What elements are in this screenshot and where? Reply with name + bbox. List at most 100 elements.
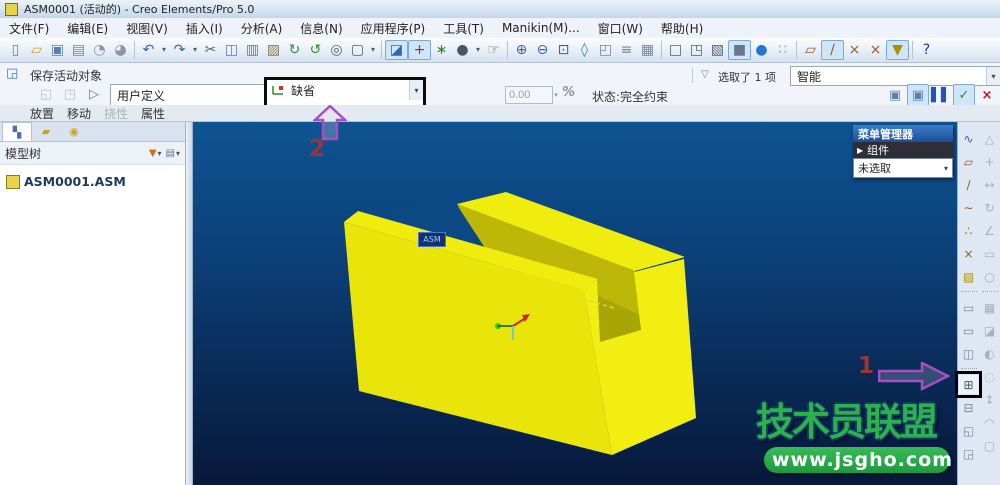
cut-icon[interactable]: ✂ bbox=[200, 40, 221, 60]
copy-icon[interactable]: ◫ bbox=[221, 40, 242, 60]
copy-geometry-icon[interactable]: ▭ bbox=[959, 298, 978, 317]
style-tool-icon[interactable]: ∿ bbox=[959, 129, 978, 148]
menu-item[interactable]: 分析(A) bbox=[232, 18, 292, 39]
grid-display-icon[interactable]: ▦ bbox=[980, 298, 999, 317]
regenerate-icon[interactable]: ↻ bbox=[284, 40, 305, 60]
datum-plane-tag[interactable]: ASM bbox=[418, 232, 446, 247]
hide-component-icon[interactable]: ◌ bbox=[980, 367, 999, 386]
open-icon[interactable]: ▱ bbox=[26, 40, 47, 60]
dragger-icon[interactable]: + bbox=[408, 40, 431, 60]
offset-flyout-icon[interactable]: ▾ bbox=[551, 86, 561, 104]
chevron-down-icon[interactable]: ▾ bbox=[176, 149, 180, 158]
undo-flyout-icon[interactable]: ▾ bbox=[159, 40, 169, 60]
rotate-component-icon[interactable]: ↻ bbox=[980, 198, 999, 217]
new-file-icon[interactable]: ▯ bbox=[5, 40, 26, 60]
erase-icon[interactable]: ◔ bbox=[89, 40, 110, 60]
print-icon[interactable]: ▤ bbox=[68, 40, 89, 60]
menu-manager-title[interactable]: 菜单管理器 bbox=[853, 125, 953, 142]
assembly-window-icon[interactable]: ▣ bbox=[907, 84, 929, 106]
constraint-sets-icon[interactable]: ∠ bbox=[980, 221, 999, 240]
show-component-window-icon[interactable]: ◱ bbox=[36, 84, 56, 104]
section-view-icon[interactable]: ◪ bbox=[980, 321, 999, 340]
menu-item[interactable]: 视图(V) bbox=[117, 18, 177, 39]
tab-flexibility[interactable]: 挠性 bbox=[104, 105, 128, 122]
chevron-down-icon[interactable]: ▾ bbox=[986, 67, 1000, 85]
chevron-down-icon[interactable]: ▾ bbox=[940, 164, 952, 173]
menu-item[interactable]: 窗口(W) bbox=[589, 18, 652, 39]
datum-point-tool-icon[interactable]: ∴ bbox=[959, 221, 978, 240]
tree-root-item[interactable]: ASM0001.ASM bbox=[6, 174, 185, 189]
menu-item[interactable]: 信息(N) bbox=[291, 18, 351, 39]
select-box-icon[interactable]: ▢ bbox=[347, 40, 368, 60]
datum-axis-display-icon[interactable]: ∕ bbox=[821, 40, 844, 60]
tree-filter-icon[interactable]: ▼ bbox=[149, 148, 157, 159]
appearance-icon[interactable]: ◐ bbox=[980, 344, 999, 363]
tab-model-tree[interactable]: ▚ bbox=[2, 122, 32, 141]
repaint-icon[interactable]: ◊ bbox=[574, 40, 595, 60]
show-in-assembly-icon[interactable]: ◳ bbox=[60, 84, 80, 104]
datum-plane-display-icon[interactable]: ▱ bbox=[800, 40, 821, 60]
menu-item[interactable]: 帮助(H) bbox=[652, 18, 712, 39]
cancel-icon[interactable]: × bbox=[977, 85, 997, 105]
interface-points-icon[interactable]: ∷ bbox=[772, 40, 793, 60]
add-component-icon[interactable]: ⊞ bbox=[959, 375, 978, 394]
tab-placement[interactable]: 放置 bbox=[30, 105, 54, 122]
simplified-rep-icon[interactable]: ○ bbox=[980, 267, 999, 286]
tab-properties[interactable]: 属性 bbox=[141, 105, 165, 122]
sketch-tool-icon[interactable]: ▨ bbox=[959, 267, 978, 286]
redo-flyout-icon[interactable]: ▾ bbox=[190, 40, 200, 60]
menu-item[interactable]: Manikin(M)... bbox=[493, 19, 589, 37]
undo-icon[interactable]: ↶ bbox=[138, 40, 159, 60]
save-active-object-icon[interactable]: ◲ bbox=[6, 66, 18, 81]
offset-type-icon[interactable]: % bbox=[562, 85, 575, 100]
no-hidden-icon[interactable]: ▧ bbox=[707, 40, 728, 60]
custom-regenerate-icon[interactable]: ↺ bbox=[305, 40, 326, 60]
dragger-tool-icon[interactable]: + bbox=[980, 152, 999, 171]
hidden-line-icon[interactable]: ◳ bbox=[686, 40, 707, 60]
datum-point-display-icon[interactable]: × bbox=[844, 40, 865, 60]
layers-icon[interactable]: ≡ bbox=[616, 40, 637, 60]
tab-move[interactable]: 移动 bbox=[67, 105, 91, 122]
orient-flyout-icon[interactable]: ▾ bbox=[473, 40, 483, 60]
save-icon[interactable]: ▣ bbox=[47, 40, 68, 60]
include-component-icon[interactable]: ◲ bbox=[959, 444, 978, 463]
spin-center-pin-icon[interactable]: ● bbox=[751, 40, 772, 60]
chevron-down-icon[interactable]: ▾ bbox=[158, 149, 162, 158]
wireframe-icon[interactable]: □ bbox=[665, 40, 686, 60]
select-flyout-icon[interactable]: ▾ bbox=[368, 40, 378, 60]
datum-axis-tool-icon[interactable]: ∕ bbox=[959, 175, 978, 194]
tab-folder-browser[interactable]: ▰ bbox=[32, 122, 60, 141]
flip-orientation-icon[interactable]: ↕ bbox=[980, 390, 999, 409]
datum-curve-tool-icon[interactable]: ∼ bbox=[959, 198, 978, 217]
selection-filter-icon[interactable]: ◪ bbox=[385, 40, 408, 60]
find-icon[interactable]: ◎ bbox=[326, 40, 347, 60]
select-pointer-icon[interactable]: ☞ bbox=[483, 40, 504, 60]
arc-tool-icon[interactable]: ◠ bbox=[980, 413, 999, 432]
view-manager-icon[interactable]: ▦ bbox=[637, 40, 658, 60]
interface-icon[interactable]: ▭ bbox=[980, 244, 999, 263]
menu-manager-section[interactable]: ▶ 组件 bbox=[853, 142, 953, 158]
purge-icon[interactable]: ◕ bbox=[110, 40, 131, 60]
shaded-icon[interactable]: ■ bbox=[728, 40, 751, 60]
menu-item[interactable]: 工具(T) bbox=[434, 18, 493, 39]
package-component-icon[interactable]: ◱ bbox=[959, 421, 978, 440]
explode-state-icon[interactable]: △ bbox=[980, 129, 999, 148]
chevron-down-icon[interactable]: ▾ bbox=[409, 80, 423, 100]
zoom-out-icon[interactable]: ⊖ bbox=[532, 40, 553, 60]
zoom-window-icon[interactable]: ⊡ bbox=[553, 40, 574, 60]
smart-filter-dropdown[interactable]: 智能 ▾ bbox=[790, 66, 1000, 86]
tree-settings-icon[interactable]: ▤ bbox=[166, 148, 175, 159]
constraint-type-dropdown[interactable]: 缺省 ▾ bbox=[267, 80, 423, 100]
orientation-icon[interactable]: ◰ bbox=[595, 40, 616, 60]
datum-csys-tool-icon[interactable]: × bbox=[959, 244, 978, 263]
create-component-icon[interactable]: ⊟ bbox=[959, 398, 978, 417]
paste-icon[interactable]: ▥ bbox=[242, 40, 263, 60]
menu-item[interactable]: 应用程序(P) bbox=[352, 18, 435, 39]
misc-tool-icon[interactable]: ▢ bbox=[980, 436, 999, 455]
csys-display-icon[interactable]: × bbox=[865, 40, 886, 60]
menu-item[interactable]: 编辑(E) bbox=[58, 18, 117, 39]
redo-icon[interactable]: ↷ bbox=[169, 40, 190, 60]
menu-item[interactable]: 文件(F) bbox=[0, 18, 58, 39]
mirror-component-icon[interactable]: ◫ bbox=[959, 344, 978, 363]
zoom-in-icon[interactable]: ⊕ bbox=[511, 40, 532, 60]
